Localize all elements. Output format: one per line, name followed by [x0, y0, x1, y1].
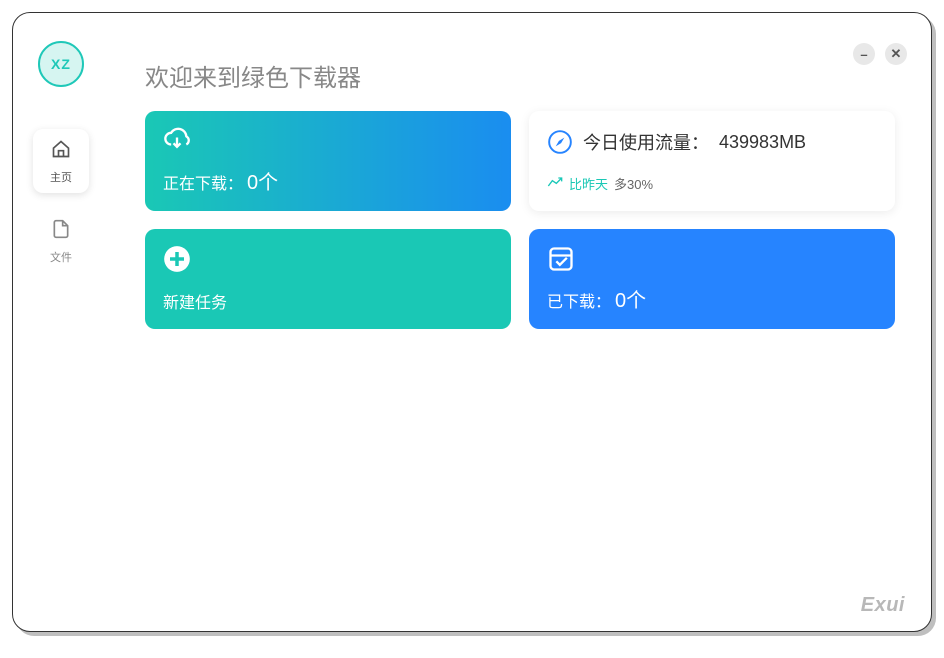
file-icon [51, 219, 71, 245]
window-controls: – ✕ [853, 43, 907, 65]
card-downloading[interactable]: 正在下载： 0个 [145, 111, 511, 211]
card-new-task[interactable]: 新建任务 [145, 229, 511, 329]
sidebar-item-label: 文件 [50, 249, 72, 265]
plus-circle-icon [163, 245, 191, 273]
trend-up-icon [547, 176, 563, 191]
newtask-label: 新建任务 [163, 289, 227, 313]
brand-text: xui [875, 594, 905, 616]
downloaded-label: 已下载： [547, 288, 611, 312]
traffic-compare: 比昨天 多30% [547, 174, 877, 193]
downloaded-count: 0个 [615, 284, 646, 313]
card-text: 新建任务 [163, 289, 493, 313]
close-button[interactable]: ✕ [885, 43, 907, 65]
card-traffic: 今日使用流量： 439983MB 比昨天 多30% [529, 111, 895, 211]
app-window: – ✕ XZ 主页 文件 欢迎来到绿色下载器 正在下载： [12, 12, 932, 632]
compass-icon [547, 129, 573, 155]
sidebar-item-files[interactable]: 文件 [33, 209, 89, 273]
brand-watermark: Exui [861, 594, 905, 617]
traffic-label: 今日使用流量： [583, 129, 709, 155]
traffic-value: 439983MB [719, 132, 806, 153]
app-logo: XZ [38, 41, 84, 87]
card-grid: 正在下载： 0个 今日使用流量： 439983MB 比昨天 [145, 111, 895, 329]
home-icon [51, 139, 71, 165]
traffic-compare-value: 多30% [614, 174, 653, 193]
card-downloaded[interactable]: 已下载： 0个 [529, 229, 895, 329]
traffic-header: 今日使用流量： 439983MB [547, 129, 877, 155]
traffic-compare-label: 比昨天 [569, 174, 608, 193]
main-content: 欢迎来到绿色下载器 正在下载： 0个 今日使用流量： 439983MB [109, 13, 931, 631]
sidebar-item-home[interactable]: 主页 [33, 129, 89, 193]
sidebar: XZ 主页 文件 [13, 13, 109, 631]
page-title: 欢迎来到绿色下载器 [145, 58, 895, 93]
downloading-label: 正在下载： [163, 170, 243, 194]
downloading-count: 0个 [247, 166, 278, 195]
card-text: 已下载： 0个 [547, 284, 877, 313]
card-text: 正在下载： 0个 [163, 166, 493, 195]
minimize-button[interactable]: – [853, 43, 875, 65]
sidebar-item-label: 主页 [50, 169, 72, 185]
cloud-download-icon [163, 127, 191, 155]
checkbox-icon [547, 245, 575, 273]
